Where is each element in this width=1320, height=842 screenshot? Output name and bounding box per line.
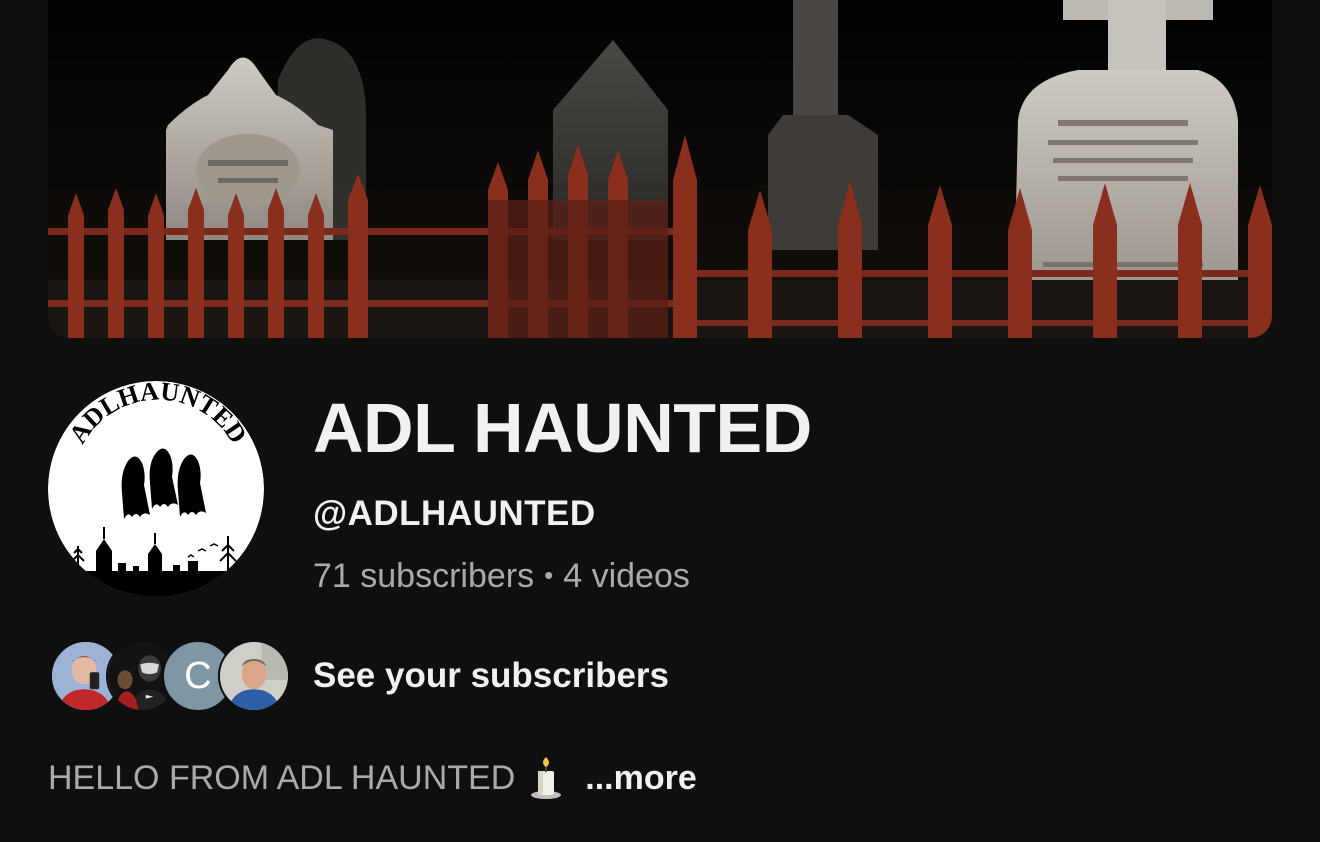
channel-handle: @ADLHAUNTED xyxy=(313,494,596,533)
channel-banner xyxy=(48,0,1272,338)
channel-avatar[interactable]: ADLHAUNTED xyxy=(48,381,264,597)
candle-icon xyxy=(529,757,563,799)
subscriber-avatar xyxy=(218,640,290,712)
more-button[interactable]: ...more xyxy=(585,756,696,800)
description-text: HELLO FROM ADL HAUNTED xyxy=(48,759,516,797)
stats-separator: • xyxy=(544,560,554,590)
see-subscribers-row[interactable]: C See your subscribers xyxy=(50,640,750,714)
channel-stats: 71 subscribers • 4 videos xyxy=(313,554,690,600)
video-count: 4 videos xyxy=(563,557,690,595)
subscriber-count: 71 subscribers xyxy=(313,557,535,595)
see-subscribers-link[interactable]: See your subscribers xyxy=(313,654,669,698)
channel-description[interactable]: HELLO FROM ADL HAUNTED ...more xyxy=(48,756,697,800)
channel-name: ADL HAUNTED xyxy=(313,389,812,467)
